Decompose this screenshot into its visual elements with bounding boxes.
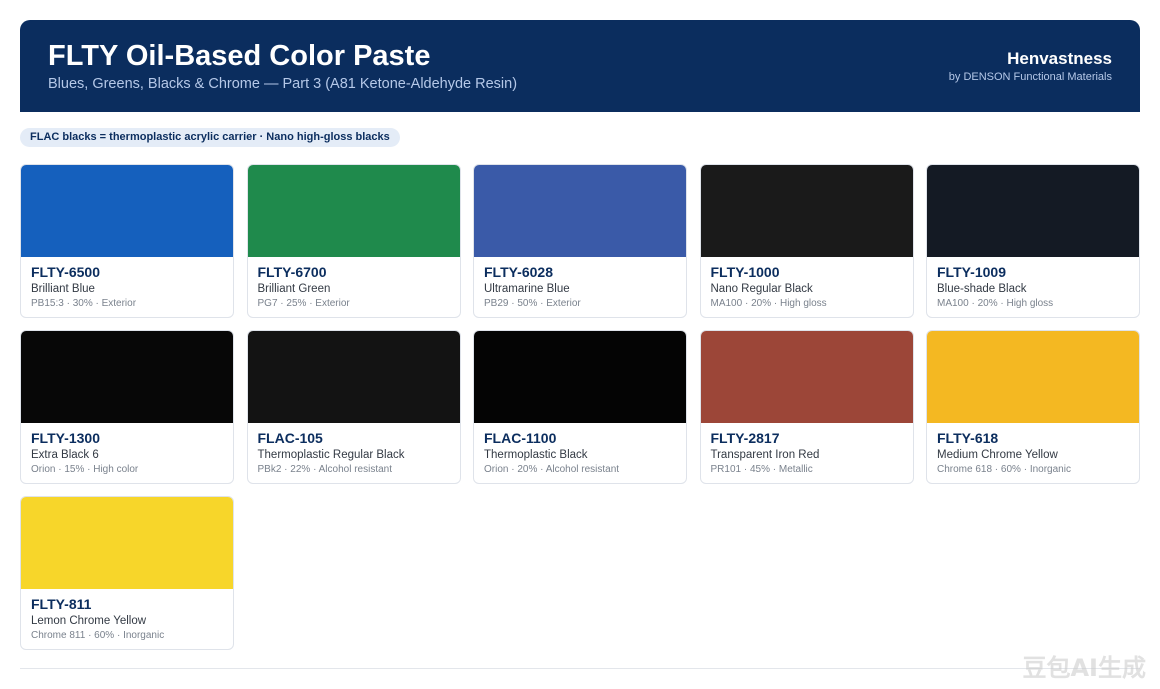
product-spec: Chrome 811 · 60% · Inorganic <box>31 630 165 641</box>
product-code: FLTY-1009 <box>937 264 1006 280</box>
product-code: FLTY-618 <box>937 430 999 446</box>
product-spec: MA100 · 20% · High gloss <box>710 298 827 309</box>
color-swatch <box>927 331 1139 423</box>
color-swatch <box>474 331 686 423</box>
color-swatch <box>927 165 1139 257</box>
product-name: Brilliant Green <box>257 283 331 295</box>
product-name: Thermoplastic Regular Black <box>257 449 405 461</box>
product-code: FLAC-1100 <box>484 430 557 446</box>
product-code: FLTY-811 <box>31 596 92 612</box>
product-spec: PB29 · 50% · Exterior <box>484 298 581 309</box>
product-spec: Orion · 20% · Alcohol resistant <box>484 464 620 475</box>
product-name: Medium Chrome Yellow <box>937 449 1058 461</box>
product-info: FLAC-105 Thermoplastic Regular Black PBk2 … <box>248 423 460 476</box>
page-title: FLTY Oil-Based Color Paste <box>48 40 431 72</box>
product-card[interactable]: FLTY-618 Medium Chrome Yellow Chrome 618 ·… <box>926 330 1140 484</box>
product-spec: Orion · 15% · High color <box>31 464 139 475</box>
product-name: Nano Regular Black <box>710 283 813 295</box>
product-info: FLTY-811 Lemon Chrome Yellow Chrome 811 · … <box>21 589 233 642</box>
product-name: Extra Black 6 <box>31 449 99 461</box>
brand-tagline: by DENSON Functional Materials <box>948 71 1112 83</box>
product-card[interactable]: FLTY-811 Lemon Chrome Yellow Chrome 811 · … <box>20 496 234 650</box>
product-code: FLTY-1000 <box>710 264 780 280</box>
color-swatch <box>700 165 913 257</box>
product-card[interactable]: FLTY-1000 Nano Regular Black MA100 · 20% ·… <box>699 164 914 318</box>
page-header: FLTY Oil-Based Color Paste Blues, Greens… <box>20 20 1140 112</box>
watermark-logo: 豆包AI生成 <box>1022 654 1146 682</box>
product-card[interactable]: FLTY-6500 Brilliant Blue PB15:3 · 30% · Ex… <box>20 164 234 318</box>
product-spec: MA100 · 20% · High gloss <box>937 298 1054 309</box>
product-name: Transparent Iron Red <box>710 449 820 461</box>
brand-name: Henvastness <box>1007 49 1112 68</box>
product-card[interactable]: FLTY-6028 Ultramarine Blue PB29 · 50% · Ex… <box>473 164 687 318</box>
product-card[interactable]: FLAC-1100 Thermoplastic Black Orion · 20% … <box>473 330 687 484</box>
product-code: FLTY-2817 <box>710 430 780 446</box>
product-code: FLAC-105 <box>257 430 323 446</box>
product-name: Blue-shade Black <box>937 283 1027 295</box>
info-note-badge: FLAC blacks = thermoplastic acrylic carr… <box>20 128 400 147</box>
product-card[interactable]: FLTY-1009 Blue-shade Black MA100 · 20% · H… <box>926 164 1140 318</box>
product-name: Thermoplastic Black <box>484 449 588 461</box>
product-spec: PBk2 · 22% · Alcohol resistant <box>257 464 393 475</box>
product-info: FLTY-618 Medium Chrome Yellow Chrome 618 ·… <box>927 423 1139 476</box>
product-info: FLTY-2817 Transparent Iron Red PR101 · 45%… <box>701 423 913 476</box>
product-spec: PR101 · 45% · Metallic <box>710 464 813 475</box>
product-info: FLAC-1100 Thermoplastic Black Orion · 20% … <box>474 423 686 476</box>
product-grid: FLTY-6500 Brilliant Blue PB15:3 · 30% · Ex… <box>20 164 1140 650</box>
product-info: FLTY-1300 Extra Black 6 Orion · 15% · High… <box>21 423 233 476</box>
product-card[interactable]: FLTY-6700 Brilliant Green PG7 · 25% · Exte… <box>246 164 461 318</box>
product-code: FLTY-1300 <box>31 430 100 446</box>
footer-divider <box>20 668 1140 669</box>
product-name: Ultramarine Blue <box>484 283 570 295</box>
color-swatch <box>247 165 460 257</box>
product-code: FLTY-6500 <box>31 264 100 280</box>
color-swatch <box>21 331 233 423</box>
product-code: FLTY-6700 <box>257 264 327 280</box>
page-subtitle: Blues, Greens, Blacks & Chrome — Part 3 … <box>48 76 518 92</box>
product-spec: PG7 · 25% · Exterior <box>257 298 350 309</box>
product-name: Brilliant Blue <box>31 283 95 295</box>
product-spec: Chrome 618 · 60% · Inorganic <box>937 464 1071 475</box>
product-info: FLTY-6500 Brilliant Blue PB15:3 · 30% · Ex… <box>21 257 233 310</box>
product-info: FLTY-6700 Brilliant Green PG7 · 25% · Exte… <box>248 257 460 310</box>
product-spec: PB15:3 · 30% · Exterior <box>31 298 137 309</box>
product-card[interactable]: FLTY-2817 Transparent Iron Red PR101 · 45%… <box>699 330 914 484</box>
color-swatch <box>700 331 913 423</box>
product-code: FLTY-6028 <box>484 264 553 280</box>
color-swatch <box>21 165 233 257</box>
color-swatch <box>21 497 233 589</box>
product-card[interactable]: FLTY-1300 Extra Black 6 Orion · 15% · High… <box>20 330 234 484</box>
product-info: FLTY-1000 Nano Regular Black MA100 · 20% ·… <box>701 257 913 310</box>
color-swatch <box>247 331 460 423</box>
product-card[interactable]: FLAC-105 Thermoplastic Regular Black PBk2 … <box>246 330 461 484</box>
product-name: Lemon Chrome Yellow <box>31 615 147 627</box>
color-swatch <box>474 165 686 257</box>
product-info: FLTY-6028 Ultramarine Blue PB29 · 50% · Ex… <box>474 257 686 310</box>
product-info: FLTY-1009 Blue-shade Black MA100 · 20% · H… <box>927 257 1139 310</box>
